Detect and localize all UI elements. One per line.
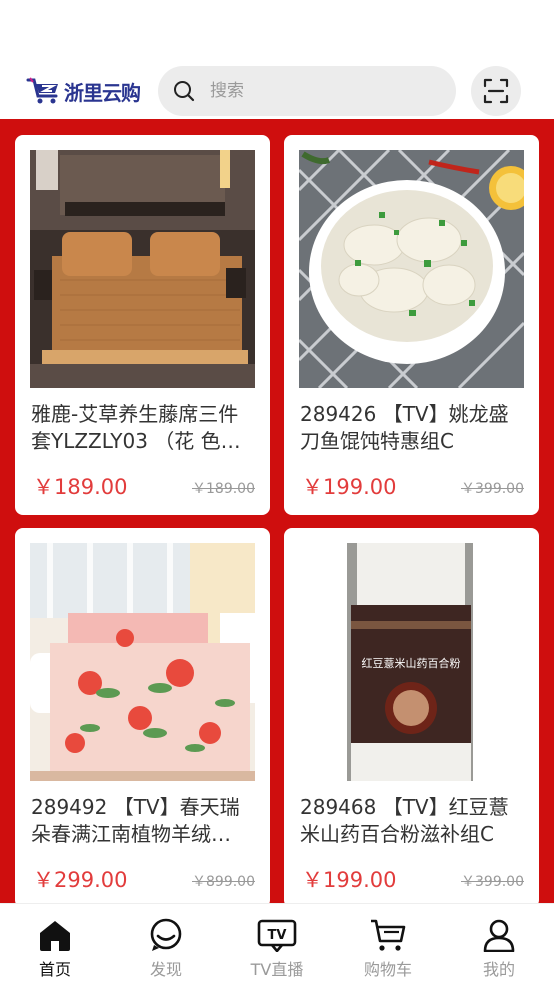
product-card[interactable]: 雅鹿-艾草养生藤席三件 套YLZZLY03 （花 色… ￥189.00 ￥189… xyxy=(15,135,270,515)
search-bar[interactable] xyxy=(158,66,456,116)
logo-cart-icon xyxy=(26,76,62,106)
product-image-wonton[interactable] xyxy=(299,150,524,388)
tv-icon: TV xyxy=(257,919,297,952)
product-image-jar[interactable]: 红豆薏米山药百合粉 xyxy=(299,543,524,781)
tab-discover[interactable]: 发现 xyxy=(111,918,221,984)
scan-icon xyxy=(483,78,509,104)
product-original-price: ￥399.00 xyxy=(461,481,524,497)
product-image-mat[interactable] xyxy=(30,150,255,388)
product-price: ￥299.00 xyxy=(33,868,128,892)
scan-button[interactable] xyxy=(471,66,521,116)
tab-tv-live[interactable]: TV TV直播 xyxy=(222,918,332,984)
tab-mine[interactable]: 我的 xyxy=(444,918,554,984)
product-card[interactable]: 289492 【TV】春天瑞 朵春满江南植物羊绒… ￥299.00 ￥899.0… xyxy=(15,528,270,903)
status-bar xyxy=(0,0,554,60)
product-title[interactable]: 289492 【TV】春天瑞 朵春满江南植物羊绒… xyxy=(31,794,257,848)
search-icon xyxy=(174,81,195,102)
home-icon xyxy=(40,921,70,951)
product-card[interactable]: 289426 【TV】姚龙盛 刀鱼馄饨特惠组C ￥199.00 ￥399.00 xyxy=(284,135,539,515)
product-title[interactable]: 289468 【TV】红豆薏 米山药百合粉滋补组C xyxy=(300,794,526,848)
product-image-bedding[interactable] xyxy=(30,543,255,781)
product-original-price: ￥399.00 xyxy=(461,874,524,890)
tab-home[interactable]: 首页 xyxy=(0,918,110,984)
product-original-price: ￥189.00 xyxy=(192,481,255,497)
product-price: ￥199.00 xyxy=(302,868,397,892)
product-title[interactable]: 289426 【TV】姚龙盛 刀鱼馄饨特惠组C xyxy=(300,401,526,455)
product-original-price: ￥899.00 xyxy=(192,874,255,890)
svg-text:TV: TV xyxy=(268,928,287,943)
tab-cart[interactable]: 购物车 xyxy=(333,918,443,984)
discover-icon xyxy=(150,918,182,951)
product-price: ￥189.00 xyxy=(33,475,128,499)
jar-label: 红豆薏米山药百合粉 xyxy=(361,657,461,670)
product-grid: 雅鹿-艾草养生藤席三件 套YLZZLY03 （花 色… ￥189.00 ￥189… xyxy=(0,119,554,903)
product-title[interactable]: 雅鹿-艾草养生藤席三件 套YLZZLY03 （花 色… xyxy=(31,401,257,455)
user-icon xyxy=(483,919,515,952)
product-card[interactable]: 红豆薏米山药百合粉 289468 【TV】红豆薏 米山药百合粉滋补组C ￥199… xyxy=(284,528,539,903)
cart-icon xyxy=(371,919,406,951)
header: 浙里云购 xyxy=(0,60,554,122)
bottom-tab-bar: 首页 发现 TV TV直播 购物车 我的 xyxy=(0,903,554,985)
product-price: ￥199.00 xyxy=(302,475,397,499)
app-logo[interactable]: 浙里云购 xyxy=(26,74,141,108)
logo-text: 浙里云购 xyxy=(64,80,141,105)
search-input[interactable] xyxy=(210,66,440,116)
